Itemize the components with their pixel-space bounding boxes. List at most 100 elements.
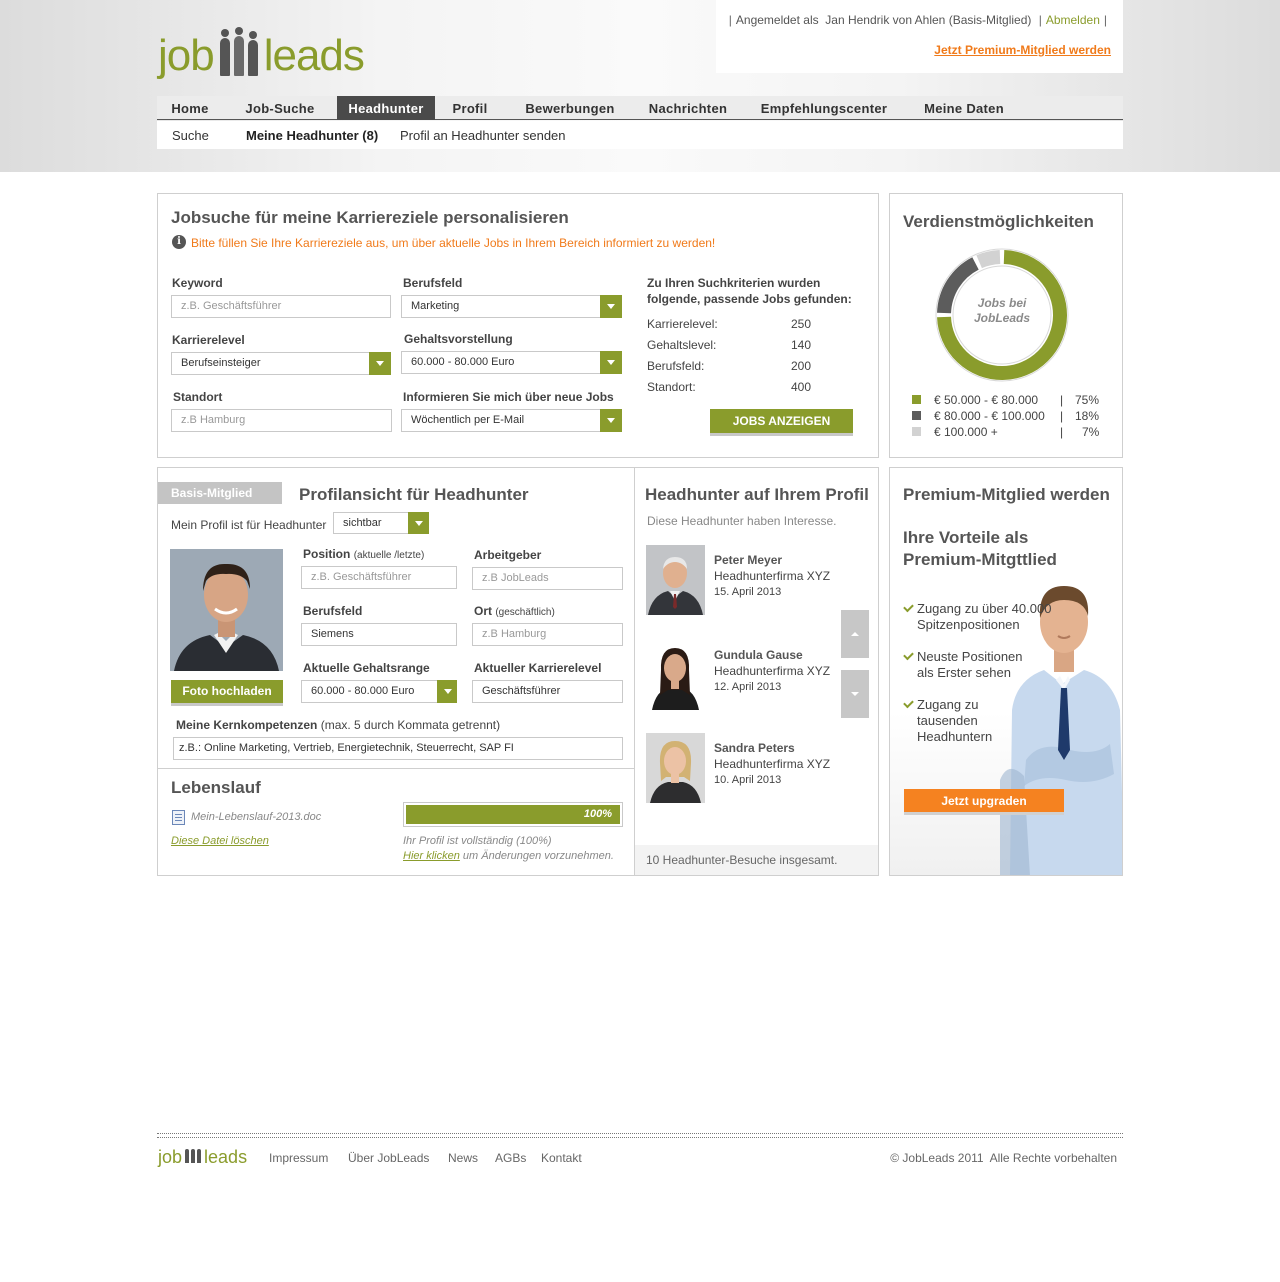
cv-file-name[interactable]: Mein-Lebenslauf-2013.doc [191, 811, 321, 823]
earnings-panel: Verdienstmöglichkeiten Jobs bei JobLeads… [889, 193, 1123, 458]
karrierelevel-label: Karrierelevel [172, 333, 245, 347]
scroll-up-button[interactable] [841, 610, 869, 658]
edit-hint: um Änderungen vorzunehmen. [462, 850, 614, 862]
legend-pct-3: 7% [1082, 425, 1100, 439]
logo-text-job: job [158, 31, 215, 80]
nav-home[interactable]: Home [157, 96, 223, 120]
kernkompetenzen-input[interactable]: z.B.: Online Marketing, Vertrieb, Energi… [173, 737, 623, 760]
gehalt-label: Gehaltsvorstellung [404, 332, 513, 346]
nav-headhunter[interactable]: Headhunter [337, 96, 435, 120]
benefit-2-line-1: Neuste Positionen [917, 649, 1023, 664]
results-title-1: Zu Ihren Suchkriterien wurden [647, 276, 821, 290]
gehalt-select[interactable]: 60.000 - 80.000 Euro [401, 351, 622, 374]
legend-range-1: € 50.000 - € 80.000 [934, 393, 1039, 407]
profile-progress-bar: 100% [403, 802, 623, 827]
profile-photo-image [170, 549, 283, 671]
footer-link-news[interactable]: News [448, 1151, 478, 1165]
footer-link-kontakt[interactable]: Kontakt [541, 1151, 582, 1165]
karrierelevel-value: Berufseinsteiger [181, 357, 261, 369]
legend-sep-1: | [1060, 393, 1064, 407]
scroll-down-button[interactable] [841, 670, 869, 718]
legend-row-2: € 80.000 - € 100.000 [912, 409, 1045, 423]
headhunter-name-1[interactable]: Peter Meyer [714, 553, 782, 567]
profile-panel: Basis-Mitglied Profilansicht für Headhun… [157, 467, 879, 876]
visibility-label: Mein Profil ist für Headhunter [171, 518, 327, 532]
kern-label-text: Meine Kernkompetenzen [176, 718, 318, 732]
subnav-suche[interactable]: Suche [172, 128, 209, 143]
headhunter-name-2[interactable]: Gundula Gause [714, 648, 803, 662]
legend-swatch-1 [912, 395, 921, 404]
legend-swatch-3 [912, 427, 921, 436]
headhunter-date-1: 15. April 2013 [714, 586, 782, 598]
result-value-gehaltslevel: 140 [791, 338, 812, 352]
jobsearch-notice: Bitte füllen Sie Ihre Karriereziele aus,… [191, 236, 716, 250]
foto-hochladen-button[interactable]: Foto hochladen [171, 680, 283, 706]
headhunters-footer: 10 Headhunter-Besuche insgesamt. [635, 845, 878, 875]
headhunter-name-3[interactable]: Sandra Peters [714, 741, 795, 755]
subnav-profil-senden[interactable]: Profil an Headhunter senden [400, 128, 566, 143]
profile-complete-text: Ihr Profil ist vollständig (100%) [403, 835, 552, 847]
hier-klicken-link[interactable]: Hier klicken [403, 850, 460, 862]
premium-subtitle-1: Ihre Vorteile als [903, 528, 1029, 547]
inform-select[interactable]: Wöchentlich per E-Mail [401, 409, 622, 432]
headhunter-date-2: 12. April 2013 [714, 681, 782, 693]
position-input[interactable]: z.B. Geschäftsführer [301, 566, 457, 589]
headhunter-photo-3[interactable] [646, 733, 705, 803]
profile-title: Profilansicht für Headhunter [299, 485, 529, 504]
headhunter-photo-2[interactable] [646, 640, 705, 710]
profile-berufsfeld-input[interactable]: Siemens [301, 623, 457, 646]
user-name: Jan Hendrik von Ahlen (Basis-Mitglied) [825, 13, 1032, 27]
headhunters-subtitle: Diese Headhunter haben Interesse. [647, 514, 837, 528]
karrierelevel-current-input[interactable]: Geschäftsführer [472, 680, 623, 703]
headhunter-photo-1[interactable] [646, 545, 705, 615]
jetzt-upgraden-button[interactable]: Jetzt upgraden [904, 789, 1064, 815]
nav-profil[interactable]: Profil [435, 96, 505, 120]
legend-row-1: € 50.000 - € 80.000 [912, 393, 1038, 407]
nav-job-suche[interactable]: Job-Suche [223, 96, 337, 120]
karrierelevel-select[interactable]: Berufseinsteiger [171, 352, 391, 375]
jobleads-logo[interactable]: job leads [158, 26, 365, 80]
ort-input[interactable]: z.B Hamburg [472, 623, 623, 646]
info-icon: i [172, 235, 186, 249]
position-note: (aktuelle /letzte) [353, 550, 425, 561]
standort-input[interactable]: z.B Hamburg [171, 409, 392, 432]
nav-empfehlungscenter[interactable]: Empfehlungscenter [741, 96, 907, 120]
footer-link-impressum[interactable]: Impressum [269, 1151, 328, 1165]
logout-link[interactable]: Abmelden [1046, 13, 1100, 27]
footer-link-agbs[interactable]: AGBs [495, 1151, 526, 1165]
checkmark-icon [903, 601, 914, 613]
berufsfeld-select[interactable]: Marketing [401, 295, 622, 318]
subnav-meine-headhunter[interactable]: Meine Headhunter (8) [246, 128, 378, 143]
delete-file-link[interactable]: Diese Datei löschen [171, 835, 269, 847]
arbeitgeber-label: Arbeitgeber [474, 548, 542, 562]
logged-in-label: Angemeldet als [735, 13, 819, 27]
legend-range-2: € 80.000 - € 100.000 [934, 409, 1045, 423]
jobsearch-title: Jobsuche für meine Karriereziele persona… [171, 208, 569, 227]
nav-meine-daten[interactable]: Meine Daten [907, 96, 1021, 120]
result-label-gehaltslevel: Gehaltslevel: [647, 338, 717, 352]
headhunter-visits-count: 10 Headhunter-Besuche insgesamt. [646, 853, 838, 867]
horizontal-divider [158, 768, 634, 769]
become-premium-link[interactable]: Jetzt Premium-Mitglied werden [934, 43, 1111, 57]
chevron-down-icon [369, 352, 391, 375]
benefit-3-line-2: tausenden [917, 713, 978, 728]
gehaltsrange-value: 60.000 - 80.000 Euro [311, 685, 415, 697]
legend-pct-1: 75% [1075, 393, 1100, 407]
footer-logo[interactable]: job leads [158, 1148, 247, 1166]
basis-mitglied-badge: Basis-Mitglied [158, 482, 282, 504]
logo-text-leads: leads [263, 31, 365, 80]
footer-people-icon [184, 1148, 202, 1166]
ort-label-text: Ort [474, 604, 492, 618]
arbeitgeber-input[interactable]: z.B JobLeads [472, 567, 623, 590]
visibility-select[interactable]: sichtbar [333, 512, 429, 534]
word-document-icon [172, 810, 185, 825]
nav-bewerbungen[interactable]: Bewerbungen [505, 96, 635, 120]
gehaltsrange-select[interactable]: 60.000 - 80.000 Euro [301, 680, 457, 703]
footer-link-ueber[interactable]: Über JobLeads [348, 1151, 429, 1165]
result-value-berufsfeld: 200 [791, 359, 812, 373]
nav-nachrichten[interactable]: Nachrichten [635, 96, 741, 120]
jobs-anzeigen-button[interactable]: JOBS ANZEIGEN [710, 409, 853, 436]
chevron-down-icon [600, 409, 622, 432]
donut-center-label-1: Jobs bei [977, 296, 1027, 310]
keyword-input[interactable]: z.B. Geschäftsführer [171, 295, 391, 318]
